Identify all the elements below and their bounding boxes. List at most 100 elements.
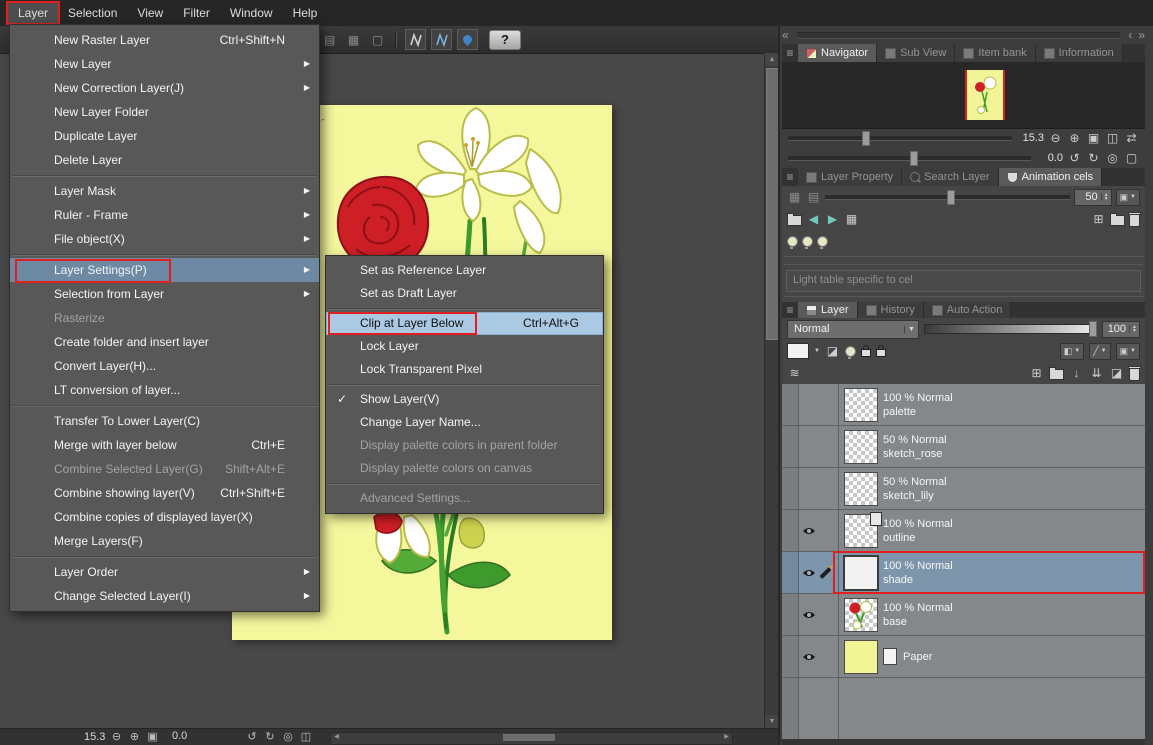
layer-visibility-cell[interactable] <box>799 426 839 467</box>
create-layer-mask-icon[interactable]: ◪ <box>1109 366 1124 380</box>
layer-visibility-cell[interactable] <box>799 384 839 425</box>
navigator-preview[interactable] <box>782 62 1145 129</box>
new-raster-layer-icon[interactable]: ⊞ <box>1029 366 1044 380</box>
menuitem-combine-showing-layer[interactable]: Combine showing layer(V) Ctrl+Shift+E <box>10 481 319 505</box>
tab-layer-property[interactable]: Layer Property <box>798 168 903 186</box>
dropdown-icon[interactable]: ▼ <box>814 348 820 354</box>
eye-icon[interactable] <box>802 526 816 536</box>
layer-row-base[interactable]: 100 % Normal base <box>782 594 1145 636</box>
menuitem-transfer-to-lower-layer[interactable]: Transfer To Lower Layer(C) <box>10 409 319 433</box>
layer-color-chip[interactable] <box>787 343 809 359</box>
onion-skin-combo[interactable]: ▣ ▼ <box>1115 188 1140 206</box>
layer-opacity-slider[interactable] <box>924 321 1098 337</box>
transfer-to-lower-layer-icon[interactable]: ↓ <box>1069 366 1084 380</box>
light-table-prev-icon[interactable] <box>802 235 813 249</box>
layer-visibility-cell[interactable] <box>799 636 839 677</box>
actual-size-icon[interactable]: ▣ <box>1086 131 1101 145</box>
collapse-panel-icon[interactable]: « <box>782 28 789 42</box>
layer-opacity-spinner[interactable]: 100 ▲ ▼ <box>1102 320 1140 338</box>
menuitem-file-object[interactable]: File object(X) ▶ <box>10 227 319 251</box>
menuitem-change-layer-name[interactable]: Change Layer Name... <box>326 411 603 434</box>
canvas-vertical-scrollbar[interactable]: ▲ ▼ <box>764 53 780 728</box>
eye-icon[interactable] <box>802 568 816 578</box>
layer-visibility-cell[interactable] <box>799 468 839 509</box>
eye-icon[interactable] <box>802 652 816 662</box>
layer-row-outline[interactable]: 100 % Normal outline <box>782 510 1145 552</box>
scroll-right-icon[interactable]: ▶ <box>721 733 732 742</box>
tab-search-layer[interactable]: Search Layer <box>902 168 999 186</box>
tab-navigator[interactable]: Navigator <box>798 44 878 62</box>
layer-visibility-cell[interactable] <box>799 552 839 593</box>
tab-layer[interactable]: Layer <box>798 302 858 318</box>
chevron-double-icon[interactable]: » <box>1138 28 1145 42</box>
menuitem-layer-settings[interactable]: Layer Settings(P) ▶ <box>10 258 319 283</box>
light-table-next-icon[interactable] <box>817 235 828 249</box>
tab-history[interactable]: History <box>857 302 924 318</box>
cel-rows-icon[interactable]: ▤ <box>806 190 821 204</box>
layer-list-empty-area[interactable] <box>782 678 1145 739</box>
fit-screen-icon[interactable]: ◫ <box>299 730 313 743</box>
palette-color-combo[interactable]: ▣ ▼ <box>1115 342 1140 360</box>
delete-layer-icon[interactable] <box>1128 365 1141 381</box>
rotate-left-icon[interactable]: ↺ <box>245 730 259 743</box>
layer-row-sketch-lily[interactable]: 50 % Normal sketch_lily <box>782 468 1145 510</box>
canvas-horizontal-scrollbar[interactable]: ◀ ▶ <box>330 732 733 745</box>
menu-help[interactable]: Help <box>283 3 328 23</box>
menu-layer[interactable]: Layer <box>5 1 61 25</box>
expression-color-icon[interactable]: ≋ <box>787 366 802 380</box>
menu-selection[interactable]: Selection <box>58 3 127 23</box>
menuitem-merge-layers[interactable]: Merge Layers(F) <box>10 529 319 553</box>
menuitem-lock-transparent-pixel[interactable]: Lock Transparent Pixel <box>326 358 603 381</box>
light-table-opacity-thumb[interactable] <box>947 189 956 205</box>
menuitem-convert-layer[interactable]: Convert Layer(H)... <box>10 354 319 378</box>
menuitem-duplicate-layer[interactable]: Duplicate Layer <box>10 124 319 148</box>
draft-layer-icon[interactable] <box>844 345 856 359</box>
cel-grid-icon[interactable]: ▦ <box>787 190 802 204</box>
scroll-down-icon[interactable]: ▼ <box>765 715 779 728</box>
tab-sub-view[interactable]: Sub View <box>877 44 956 62</box>
reset-rotation-icon[interactable]: ◎ <box>1105 151 1120 165</box>
menuitem-combine-copies-displayed[interactable]: Combine copies of displayed layer(X) <box>10 505 319 529</box>
layer-row-shade[interactable]: 100 % Normal shade <box>782 551 1145 594</box>
menuitem-create-folder-insert-layer[interactable]: Create folder and insert layer <box>10 330 319 354</box>
flip-horizontal-icon[interactable]: ⇄ <box>1124 131 1139 145</box>
menuitem-lock-layer[interactable]: Lock Layer <box>326 335 603 358</box>
zoom-in-icon[interactable]: ⊕ <box>127 730 141 743</box>
next-cel-icon[interactable]: ▶ <box>825 212 840 226</box>
scroll-left-icon[interactable]: ◀ <box>331 733 342 742</box>
zoom-in-icon[interactable]: ⊕ <box>1067 131 1082 145</box>
layer-visibility-cell[interactable] <box>799 510 839 551</box>
new-cel-folder-icon[interactable] <box>1110 213 1125 226</box>
zoom-slider-thumb[interactable] <box>861 130 870 146</box>
cel-folder-icon[interactable] <box>787 213 802 226</box>
menuitem-layer-order[interactable]: Layer Order ▶ <box>10 560 319 584</box>
menuitem-new-correction-layer[interactable]: New Correction Layer(J) ▶ <box>10 76 319 100</box>
rotate-slider-thumb[interactable] <box>909 150 918 166</box>
panel-menu-icon[interactable]: ≡ <box>782 168 798 186</box>
zoom-out-icon[interactable]: ⊖ <box>109 730 123 743</box>
light-table-icon[interactable] <box>787 235 798 249</box>
chevron-left-icon[interactable]: ‹ <box>1128 28 1132 42</box>
navigator-view-frame[interactable] <box>965 70 1005 120</box>
tab-item-bank[interactable]: Item bank <box>955 44 1036 62</box>
layer-row-paper[interactable]: Paper <box>782 636 1145 678</box>
reset-view-icon[interactable]: ▢ <box>1124 151 1139 165</box>
lock-layer-icon[interactable] <box>860 345 871 357</box>
snap-ruler-icon[interactable] <box>405 29 426 50</box>
menuitem-selection-from-layer[interactable]: Selection from Layer ▶ <box>10 282 319 306</box>
new-cel-icon[interactable]: ⊞ <box>1091 212 1106 226</box>
zoom-out-icon[interactable]: ⊖ <box>1048 131 1063 145</box>
menuitem-new-layer-folder[interactable]: New Layer Folder <box>10 100 319 124</box>
help-button[interactable]: ? <box>489 29 521 50</box>
merge-with-layer-below-icon[interactable]: ⇊ <box>1089 366 1104 380</box>
eye-icon[interactable] <box>802 610 816 620</box>
layer-opacity-thumb[interactable] <box>1089 321 1098 337</box>
layer-mask-icon[interactable]: ◪ <box>825 344 840 358</box>
menu-window[interactable]: Window <box>220 3 283 23</box>
rotate-left-icon[interactable]: ↺ <box>1067 151 1082 165</box>
lock-transparent-pixel-icon[interactable] <box>875 345 886 357</box>
tab-information[interactable]: Information <box>1035 44 1123 62</box>
menuitem-delete-layer[interactable]: Delete Layer <box>10 148 319 172</box>
menuitem-set-as-reference-layer[interactable]: Set as Reference Layer <box>326 259 603 282</box>
reset-rotation-icon[interactable]: ◎ <box>281 730 295 743</box>
